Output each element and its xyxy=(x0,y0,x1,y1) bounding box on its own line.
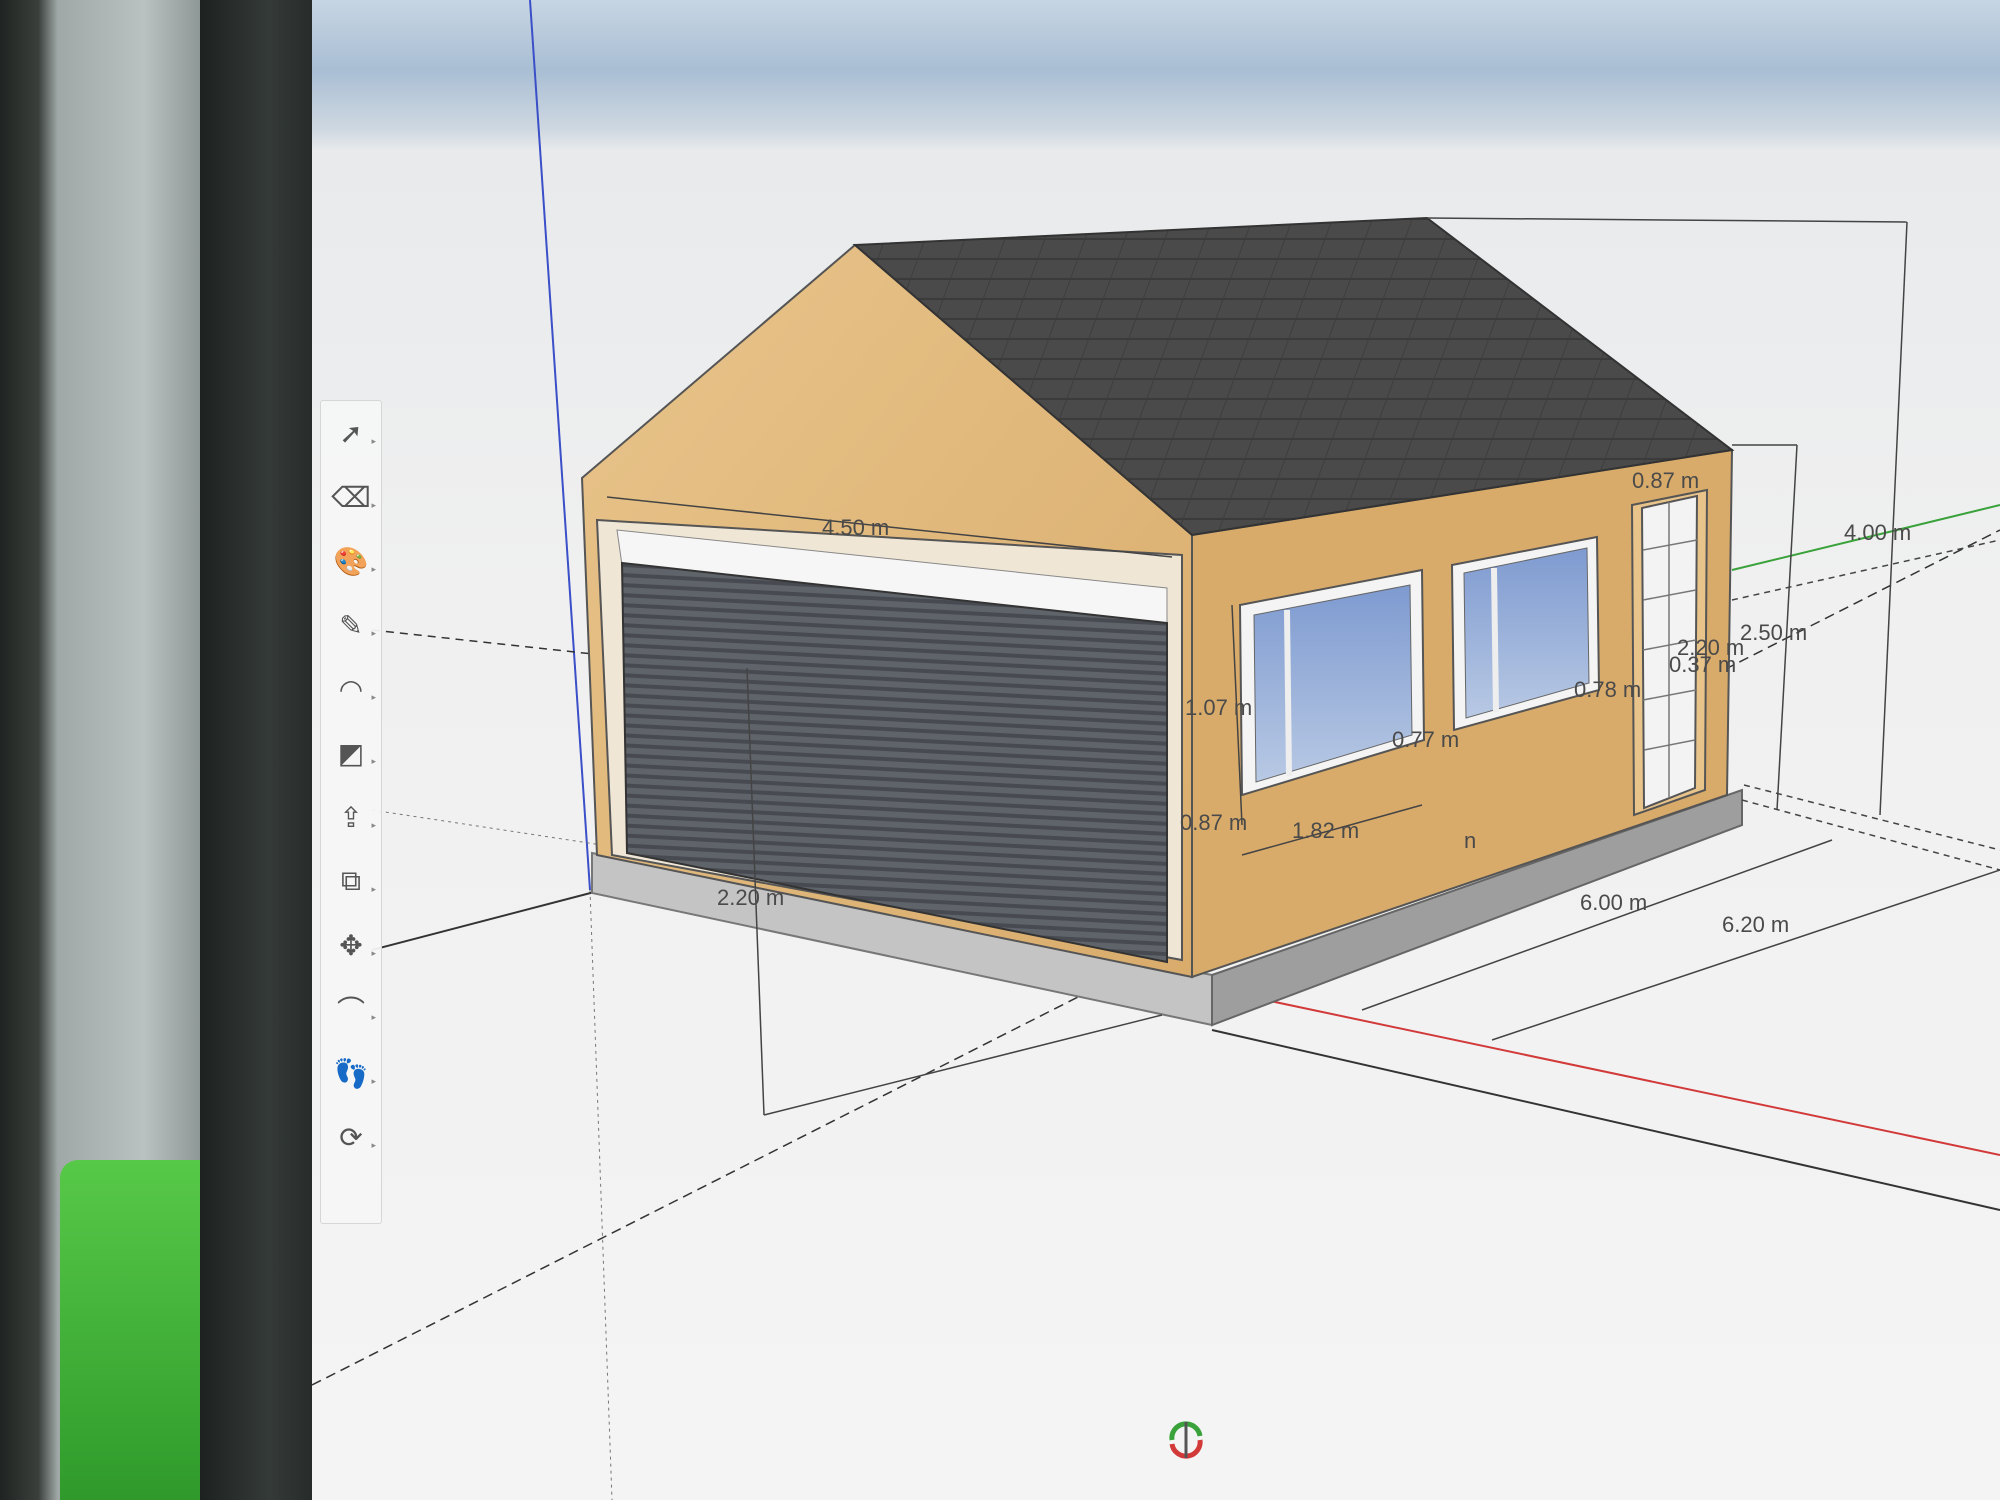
expand-caret-icon: ▸ xyxy=(371,948,376,958)
pencil-icon: ✎ xyxy=(339,609,363,641)
paint-tool-button[interactable]: 🎨 ▸ xyxy=(324,529,378,593)
push-pull-tool-button[interactable]: ⇪ ▸ xyxy=(324,785,378,849)
blue-axis xyxy=(529,0,591,891)
dim-front-width: 4.50 m xyxy=(822,515,889,540)
rectangle-icon: ◩ xyxy=(337,737,365,769)
dim-window-gap: 0.77 m xyxy=(1392,727,1459,752)
offset-tool-button[interactable]: ⧉ ▸ xyxy=(324,849,378,913)
orbit-icon: ⟳ xyxy=(339,1121,363,1153)
arc-icon: ◠ xyxy=(338,673,364,705)
ground-line-2 xyxy=(1211,1029,2000,1211)
expand-caret-icon: ▸ xyxy=(371,692,376,702)
orbit-cursor-icon xyxy=(1169,1421,1203,1459)
expand-caret-icon: ▸ xyxy=(371,756,376,766)
window-2-mullion xyxy=(1491,567,1499,713)
dim-window-width: 1.82 m xyxy=(1292,818,1359,843)
expand-caret-icon: ▸ xyxy=(371,1076,376,1086)
offset-icon: ⧉ xyxy=(341,864,361,896)
dim-stray-label: n xyxy=(1464,828,1476,853)
ground-line xyxy=(371,889,603,951)
dim-door-sill: 0.78 m xyxy=(1574,677,1641,702)
push-pull-icon: ⇪ xyxy=(339,801,363,833)
move-tool-button[interactable]: ✥ ▸ xyxy=(324,913,378,977)
expand-caret-icon: ▸ xyxy=(371,564,376,574)
walk-tool-button[interactable]: 👣 ▸ xyxy=(324,1041,378,1105)
eraser-tool-button[interactable]: ⌫ ▸ xyxy=(324,465,378,529)
expand-caret-icon: ▸ xyxy=(371,820,376,830)
monitor-frame xyxy=(200,0,315,1500)
dotted-guide-2 xyxy=(371,809,603,846)
dim-base-length: 6.20 m xyxy=(1722,912,1789,937)
tool-palette: ➚ ▸ ⌫ ▸ 🎨 ▸ ✎ ▸ ◠ ▸ ◩ ▸ ⇪ ▸ ⧉ ▸ ✥ ▸ ⌒ ▸ 👣 ▸ ⟳ ▸ xyxy=(320,400,382,1224)
orbit-tool-button[interactable]: ⟳ ▸ xyxy=(324,1105,378,1169)
tape-measure-icon: ⌒ xyxy=(336,995,365,1026)
dotted-guide xyxy=(589,889,613,1500)
paint-bucket-icon: 🎨 xyxy=(333,545,369,577)
expand-caret-icon: ▸ xyxy=(371,628,376,638)
expand-caret-icon: ▸ xyxy=(371,884,376,894)
expand-caret-icon: ▸ xyxy=(371,500,376,510)
modeling-viewport[interactable]: 4.50 m 1.07 m 0.87 m 1.82 m 0.77 m 0.87 … xyxy=(312,0,2000,1500)
rectangle-tool-button[interactable]: ◩ ▸ xyxy=(324,721,378,785)
pencil-tool-button[interactable]: ✎ ▸ xyxy=(324,593,378,657)
expand-caret-icon: ▸ xyxy=(371,436,376,446)
dim-door-width: 0.87 m xyxy=(1632,468,1699,493)
dim-window-height: 1.07 m xyxy=(1185,695,1252,720)
dim-door-offset: 0.37 m xyxy=(1669,652,1736,677)
dim-ridge-height: 4.00 m xyxy=(1844,520,1911,545)
dim-garage-door-height: 2.20 m xyxy=(717,885,784,910)
eraser-icon: ⌫ xyxy=(331,481,371,513)
window-1-mullion xyxy=(1284,609,1292,777)
select-tool-button[interactable]: ➚ ▸ xyxy=(324,401,378,465)
move-icon: ✥ xyxy=(339,929,363,961)
arrow-cursor-icon: ➚ xyxy=(339,417,363,449)
dim-side-length: 6.00 m xyxy=(1580,890,1647,915)
tape-measure-tool-button[interactable]: ⌒ ▸ xyxy=(324,977,378,1041)
background-green-object xyxy=(60,1160,200,1500)
dim-sill-height: 0.87 m xyxy=(1180,810,1247,835)
expand-caret-icon: ▸ xyxy=(371,1012,376,1022)
expand-caret-icon: ▸ xyxy=(371,1140,376,1150)
dashed-axis-2 xyxy=(371,629,603,656)
3d-scene[interactable]: 4.50 m 1.07 m 0.87 m 1.82 m 0.77 m 0.87 … xyxy=(312,0,2000,1500)
footprints-icon: 👣 xyxy=(333,1057,369,1089)
arc-tool-button[interactable]: ◠ ▸ xyxy=(324,657,378,721)
dim-wall-height: 2.50 m xyxy=(1740,620,1807,645)
